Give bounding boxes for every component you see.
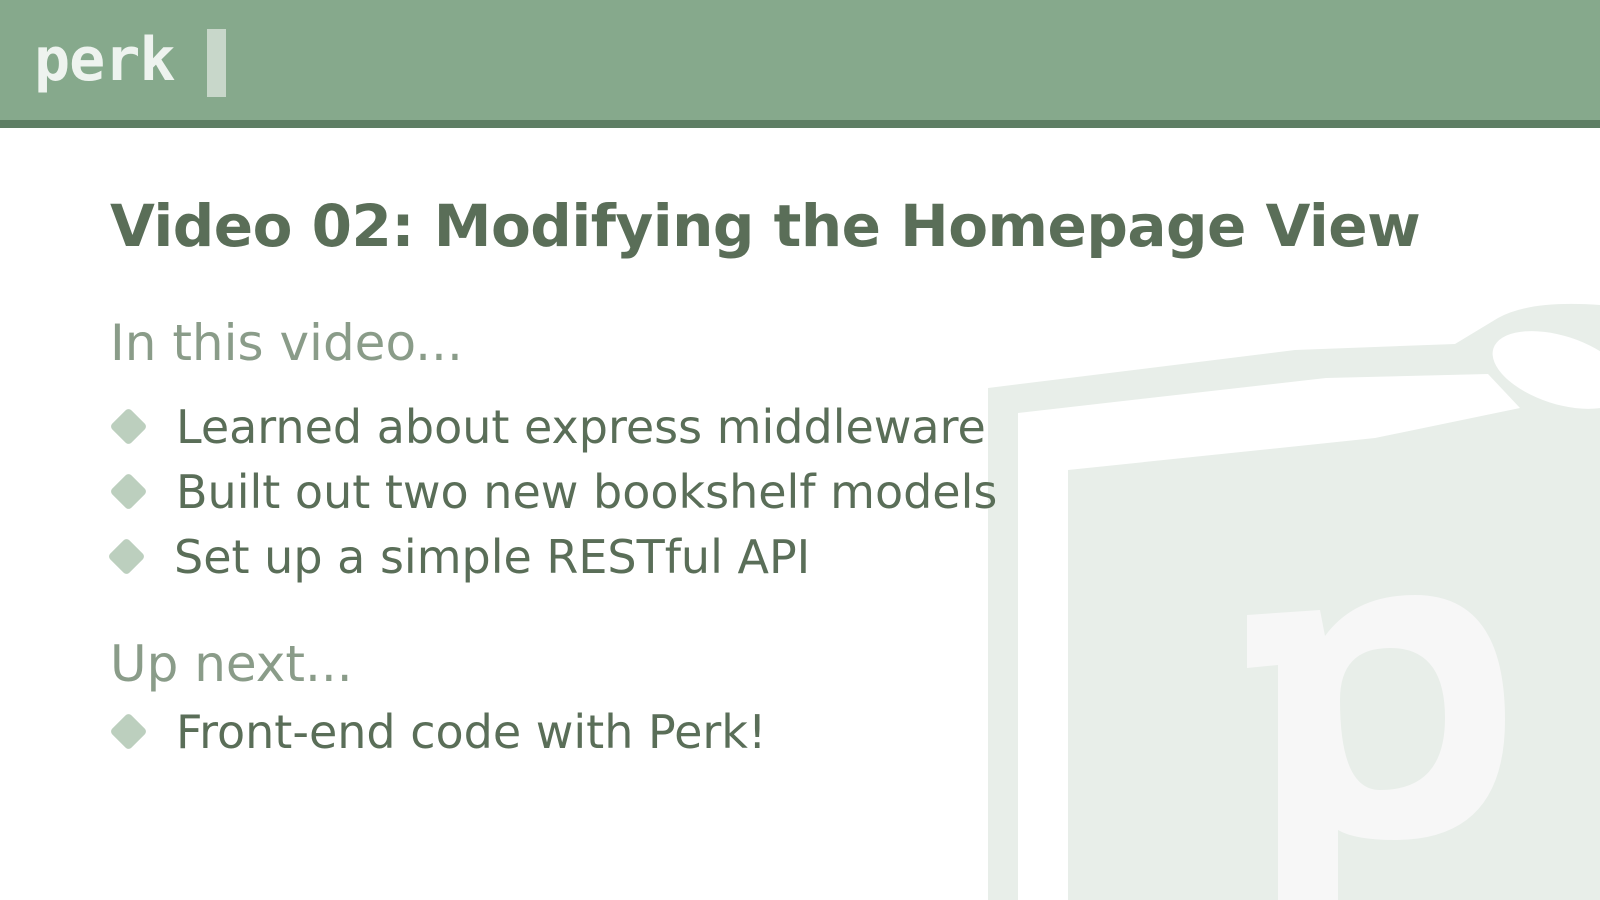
slide-title: Video 02: Modifying the Homepage View (110, 192, 1421, 260)
header-bar: perk (0, 0, 1600, 128)
section-heading-up-next: Up next... (110, 635, 353, 693)
perk-logo: perk (34, 25, 175, 95)
diamond-bullet-icon (109, 472, 148, 511)
logo-cursor-block (207, 29, 226, 97)
diamond-bullet-icon (109, 407, 148, 446)
list-item-text: Set up a simple RESTful API (174, 530, 811, 584)
diamond-bullet-icon (109, 712, 148, 751)
list-item-text: Front-end code with Perk! (176, 705, 767, 759)
diamond-bullet-icon (107, 537, 146, 576)
section-heading-this-video: In this video... (110, 314, 463, 372)
list-item-text: Built out two new bookshelf models (176, 465, 998, 519)
list-item-text: Learned about express middleware (176, 400, 986, 454)
